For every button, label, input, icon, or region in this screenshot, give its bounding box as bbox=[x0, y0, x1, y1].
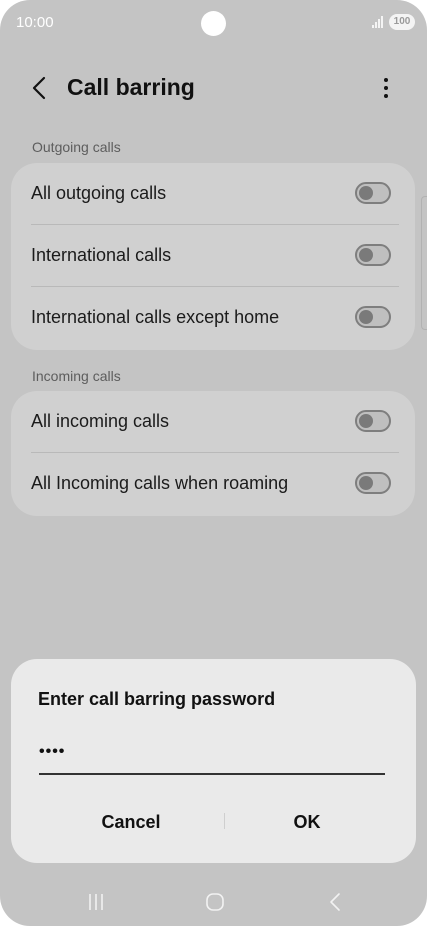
navigation-bar bbox=[0, 878, 427, 926]
password-value: •••• bbox=[39, 743, 66, 760]
battery-icon: 100 bbox=[389, 14, 415, 30]
list-item-label: International calls except home bbox=[31, 307, 280, 327]
section-header-incoming: Incoming calls bbox=[32, 368, 121, 384]
toggle-switch[interactable] bbox=[355, 244, 391, 266]
toggle-switch[interactable] bbox=[355, 182, 391, 204]
dialog-title: Enter call barring password bbox=[38, 689, 276, 709]
list-item-label: International calls bbox=[31, 245, 172, 265]
scrollbar[interactable] bbox=[421, 196, 427, 330]
password-dialog: Enter call barring password •••• Cancel … bbox=[11, 659, 416, 863]
list-item-label: All outgoing calls bbox=[31, 183, 167, 203]
more-vertical-icon[interactable] bbox=[372, 75, 400, 101]
phone-screen: 10:00 100 Call barring Outgoing calls Al… bbox=[0, 0, 427, 926]
toggle-switch[interactable] bbox=[355, 410, 391, 432]
front-camera bbox=[201, 11, 226, 36]
list-item-all-outgoing[interactable]: All outgoing calls bbox=[11, 163, 415, 225]
password-input[interactable]: •••• bbox=[39, 739, 385, 775]
back-nav-icon[interactable] bbox=[327, 892, 343, 912]
list-item-label: All incoming calls bbox=[31, 411, 170, 431]
list-item-label: All Incoming calls when roaming bbox=[31, 473, 289, 493]
toggle-switch[interactable] bbox=[355, 306, 391, 328]
list-item-international[interactable]: International calls bbox=[11, 225, 415, 287]
page-title: Call barring bbox=[67, 74, 195, 100]
signal-icon bbox=[372, 16, 386, 28]
list-item-incoming-roaming[interactable]: All Incoming calls when roaming bbox=[11, 453, 415, 515]
cancel-button[interactable]: Cancel bbox=[41, 807, 221, 837]
chevron-left-icon[interactable] bbox=[28, 75, 52, 101]
section-header-outgoing: Outgoing calls bbox=[32, 139, 121, 155]
recents-icon[interactable] bbox=[87, 893, 105, 911]
status-time: 10:00 bbox=[16, 14, 54, 31]
ok-button[interactable]: OK bbox=[217, 807, 397, 837]
list-item-all-incoming[interactable]: All incoming calls bbox=[11, 391, 415, 453]
home-icon[interactable] bbox=[205, 892, 225, 912]
list-item-international-except-home[interactable]: International calls except home bbox=[11, 287, 415, 349]
incoming-calls-card: All incoming calls All Incoming calls wh… bbox=[11, 391, 415, 516]
outgoing-calls-card: All outgoing calls International calls I… bbox=[11, 163, 415, 350]
toggle-switch[interactable] bbox=[355, 472, 391, 494]
app-bar: Call barring bbox=[0, 62, 427, 114]
status-bar: 10:00 100 bbox=[0, 0, 427, 48]
